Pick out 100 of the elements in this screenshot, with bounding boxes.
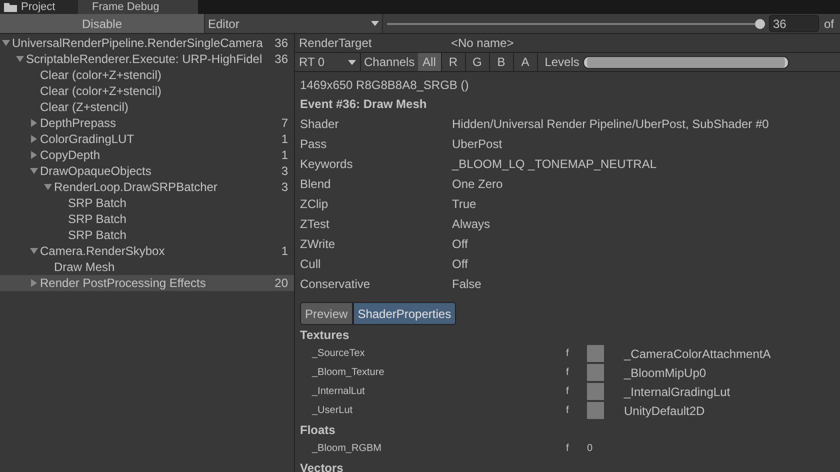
texture-name: _CameraColorAttachmentA	[624, 346, 771, 362]
tree-item[interactable]: Clear (color+Z+stencil)	[0, 67, 294, 83]
channels-label: Channels	[363, 54, 416, 71]
property-label: Shader	[300, 116, 340, 133]
channel-toggle[interactable]: B	[490, 53, 514, 71]
property-name: _Bloom_RGBM	[310, 442, 382, 456]
tree-item[interactable]: Camera.RenderSkybox 1	[0, 243, 294, 259]
shader-stage: f	[566, 366, 570, 380]
rt-dropdown[interactable]: RT 0	[295, 53, 361, 71]
window-tab[interactable]: Project	[0, 0, 78, 14]
window-tab[interactable]: Frame Debug	[78, 0, 198, 14]
texture-thumbnail	[587, 345, 604, 362]
slider-thumb[interactable]	[755, 18, 765, 28]
property-value: Hidden/Universal Render Pipeline/UberPost, SubShader #0	[452, 116, 769, 133]
channel-toggle[interactable]: A	[514, 53, 538, 71]
tree-label: ColorGradingLUT	[40, 131, 136, 148]
property-value: <No name>	[451, 35, 514, 52]
event-count: 20	[274, 275, 288, 292]
tree-item[interactable]: Clear (Z+stencil)	[0, 99, 294, 115]
tree-label: RenderLoop.DrawSRPBatcher	[54, 179, 218, 196]
section-heading: Textures	[300, 327, 350, 344]
tree-label: SRP Batch	[68, 211, 128, 228]
levels-label: Levels	[544, 54, 580, 71]
collapsed-arrow-icon[interactable]	[30, 279, 38, 287]
channel-toggle[interactable]: G	[466, 53, 490, 71]
property-value: _BLOOM_LQ _TONEMAP_NEUTRAL	[452, 156, 657, 173]
expanded-arrow-icon[interactable]	[30, 167, 38, 175]
tree-item[interactable]: Render PostProcessing Effects 20	[0, 275, 294, 291]
section-heading: Vectors	[300, 460, 344, 472]
tree-item[interactable]: SRP Batch	[0, 227, 294, 243]
tree-item[interactable]: DepthPrepass 7	[0, 115, 294, 131]
property-value: Always	[452, 216, 490, 233]
channel-toggle[interactable]: All	[418, 53, 442, 71]
caret-icon	[348, 60, 356, 64]
detail-tab[interactable]: Preview	[300, 302, 353, 325]
tree-label: Clear (color+Z+stencil)	[40, 83, 162, 100]
event-count: 1	[281, 147, 288, 164]
tree-item[interactable]: Clear (color+Z+stencil)	[0, 83, 294, 99]
tree-label: SRP Batch	[68, 227, 128, 244]
property-name: _Bloom_Texture	[310, 366, 386, 380]
texture-name: _BloomMipUp0	[624, 364, 706, 382]
detail-tab[interactable]: ShaderProperties	[352, 302, 456, 325]
event-count: 1	[281, 131, 288, 148]
caret-icon	[371, 21, 379, 26]
channel-toggle[interactable]: R	[442, 53, 466, 71]
collapsed-arrow-icon[interactable]	[30, 151, 38, 159]
shader-stage: f	[566, 404, 570, 418]
property-label: Blend	[300, 176, 332, 193]
event-count: 36	[274, 51, 288, 68]
tree-label: ScriptableRenderer.Execute: URP-HighFidel	[26, 51, 264, 68]
property-value: Off	[452, 256, 468, 273]
property-value: 0	[587, 442, 593, 456]
event-title: Event #36: Draw Mesh	[300, 96, 428, 113]
property-label: ZWrite	[300, 236, 336, 253]
event-count: 36	[274, 35, 288, 52]
event-count: 3	[281, 179, 288, 196]
tree-label: CopyDepth	[40, 147, 102, 164]
property-label: Cull	[300, 256, 322, 273]
property-label: ZTest	[300, 216, 330, 233]
tree-label: UniversalRenderPipeline.RenderSingleCamera	[12, 35, 264, 52]
event-number-field[interactable]: 36	[769, 15, 819, 32]
texture-name: UnityDefault2D	[624, 402, 705, 420]
tree-item[interactable]: ColorGradingLUT 1	[0, 131, 294, 147]
tree-item[interactable]: DrawOpaqueObjects 3	[0, 163, 294, 179]
tree-label: Render PostProcessing Effects	[40, 275, 207, 292]
tree-item[interactable]: ScriptableRenderer.Execute: URP-HighFidel 36	[0, 51, 294, 67]
texture-thumbnail	[587, 364, 604, 381]
tree-label: SRP Batch	[68, 195, 128, 212]
collapsed-arrow-icon[interactable]	[30, 119, 38, 127]
of-label: of	[824, 16, 834, 32]
property-label: Pass	[300, 136, 328, 153]
property-value: True	[452, 196, 476, 213]
tree-item[interactable]: Draw Mesh	[0, 259, 294, 275]
property-label: RenderTarget	[299, 35, 373, 52]
shader-stage: f	[566, 347, 570, 361]
collapsed-arrow-icon[interactable]	[30, 135, 38, 143]
tree-item[interactable]: UniversalRenderPipeline.RenderSingleCamera 36	[0, 35, 294, 51]
texture-thumbnail	[587, 383, 604, 400]
format-text: 1469x650 R8G8B8A8_SRGB ()	[300, 77, 470, 94]
tree-item[interactable]: SRP Batch	[0, 195, 294, 211]
property-name: _SourceTex	[310, 347, 366, 361]
expanded-arrow-icon[interactable]	[44, 183, 52, 191]
disable-button[interactable]: Disable	[0, 14, 205, 33]
target-dropdown[interactable]: Editor	[205, 14, 383, 33]
tree-label: Draw Mesh	[54, 259, 116, 276]
folder-icon	[4, 2, 17, 12]
tree-item[interactable]: SRP Batch	[0, 211, 294, 227]
property-value: Off	[452, 236, 468, 253]
expanded-arrow-icon[interactable]	[30, 247, 38, 255]
tree-item[interactable]: CopyDepth 1	[0, 147, 294, 163]
event-count: 3	[281, 163, 288, 180]
section-heading: Floats	[300, 422, 336, 439]
tree-item[interactable]: RenderLoop.DrawSRPBatcher 3	[0, 179, 294, 195]
expanded-arrow-icon[interactable]	[16, 55, 24, 63]
expanded-arrow-icon[interactable]	[2, 39, 10, 47]
tree-label: DrawOpaqueObjects	[40, 163, 152, 180]
event-count: 1	[281, 243, 288, 260]
shader-stage: f	[566, 442, 570, 456]
tree-label: Clear (Z+stencil)	[40, 99, 130, 116]
property-name: _UserLut	[310, 404, 354, 418]
